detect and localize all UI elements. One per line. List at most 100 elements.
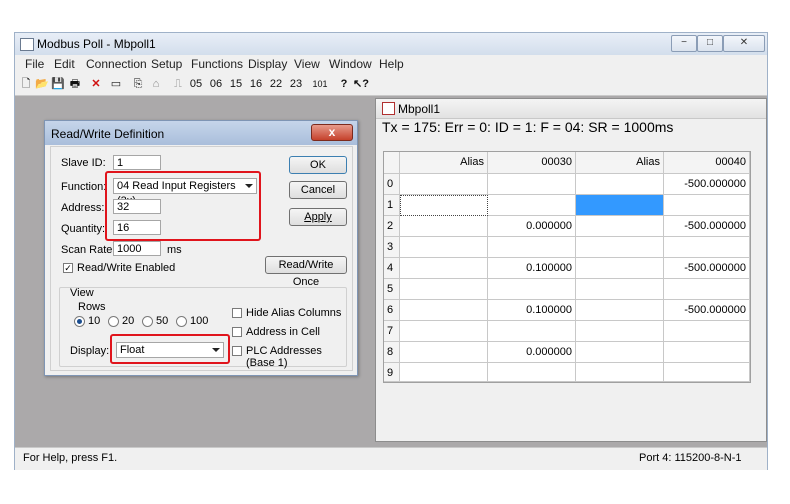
grid-cell-alias[interactable] (576, 258, 664, 279)
grid-cell-value[interactable] (488, 321, 576, 342)
grid-cell-alias[interactable] (400, 300, 488, 321)
pulse-icon[interactable]: ⎍ (171, 76, 185, 92)
address-in-cell-checkbox[interactable] (232, 327, 242, 337)
grid-cell-alias[interactable] (576, 342, 664, 363)
dialog-close-button[interactable]: x (311, 124, 353, 141)
grid-cell-value[interactable] (664, 279, 750, 300)
mbpoll-title-bar[interactable]: Mbpoll1 (376, 99, 766, 119)
help-icon[interactable]: ? (337, 76, 351, 92)
grid-cell-alias[interactable] (400, 258, 488, 279)
minimize-button[interactable]: − (671, 35, 697, 52)
grid-cell-alias[interactable] (576, 321, 664, 342)
grid-header-alias-1[interactable]: Alias (400, 152, 488, 174)
grid-header-00040[interactable]: 00040 (664, 152, 750, 174)
window-icon[interactable]: ▭ (109, 76, 123, 92)
grid-cell-alias[interactable] (400, 174, 488, 195)
slave-id-input[interactable]: 1 (113, 155, 161, 170)
grid-cell-value[interactable]: -500.000000 (664, 174, 750, 195)
function-15-button[interactable]: 15 (227, 76, 245, 92)
menu-file[interactable]: File (25, 57, 44, 71)
grid-cell-value[interactable] (488, 279, 576, 300)
print-icon[interactable]: 🖶 (67, 76, 83, 92)
menu-edit[interactable]: Edit (54, 57, 75, 71)
function-16-button[interactable]: 16 (247, 76, 265, 92)
grid-cell-selected[interactable] (576, 195, 664, 216)
grid-cell-value[interactable]: -500.000000 (664, 258, 750, 279)
grid-cell-value[interactable] (488, 363, 576, 382)
grid-cell-value[interactable]: -500.000000 (664, 216, 750, 237)
menu-connection[interactable]: Connection (86, 57, 147, 71)
grid-cell-alias[interactable] (400, 342, 488, 363)
grid-cell-alias[interactable] (400, 279, 488, 300)
grid-cell-value[interactable]: 0.000000 (488, 342, 576, 363)
dialog-title-bar[interactable]: Read/Write Definition x (45, 121, 357, 145)
grid-header-00030[interactable]: 00030 (488, 152, 576, 174)
menu-help[interactable]: Help (379, 57, 404, 71)
row-number: 7 (384, 321, 400, 342)
menu-setup[interactable]: Setup (151, 57, 182, 71)
grid-cell-value[interactable]: 0.100000 (488, 300, 576, 321)
rows-100-radio[interactable] (176, 316, 187, 327)
function-101-button[interactable]: 101 (309, 76, 331, 92)
grid-cell-value[interactable] (488, 195, 576, 216)
grid-cell-value[interactable]: -500.000000 (664, 300, 750, 321)
save-icon[interactable]: 💾 (51, 76, 65, 92)
read-write-once-button[interactable]: Read/Write Once (265, 256, 347, 288)
grid-cell-value[interactable] (488, 237, 576, 258)
cancel-button[interactable]: Cancel (289, 181, 347, 199)
grid-cell-alias[interactable] (576, 237, 664, 258)
grid-cell-alias[interactable] (576, 300, 664, 321)
row-number: 9 (384, 363, 400, 382)
read-write-enabled-checkbox[interactable]: ✓ (63, 263, 73, 273)
rows-50-radio[interactable] (142, 316, 153, 327)
grid-cell-value[interactable] (488, 174, 576, 195)
new-file-icon[interactable]: 🗋 (19, 76, 33, 92)
scan-rate-input[interactable]: 1000 (113, 241, 161, 256)
grid-cell-value[interactable] (664, 342, 750, 363)
grid-cell-value[interactable]: 0.000000 (488, 216, 576, 237)
grid-header-alias-2[interactable]: Alias (576, 152, 664, 174)
apply-button[interactable]: Apply (289, 208, 347, 226)
quantity-label: Quantity: (61, 223, 106, 235)
function-22-button[interactable]: 22 (267, 76, 285, 92)
grid-cell-value[interactable]: 0.100000 (488, 258, 576, 279)
grid-cell-value[interactable] (664, 237, 750, 258)
row-number: 5 (384, 279, 400, 300)
grid-cell-alias[interactable] (576, 216, 664, 237)
grid-cell-alias[interactable] (576, 363, 664, 382)
plc-addresses-checkbox[interactable] (232, 346, 242, 356)
delete-icon[interactable]: ✕ (89, 76, 103, 92)
view-group-label: View (70, 287, 94, 299)
mbpoll-window: Mbpoll1 Tx = 175: Err = 0: ID = 1: F = 0… (375, 98, 767, 442)
context-help-icon[interactable]: ↖? (353, 76, 369, 92)
open-folder-icon[interactable]: 📂 (35, 76, 49, 92)
grid-cell-alias[interactable] (400, 363, 488, 382)
rows-10-radio[interactable] (74, 316, 85, 327)
function-23-button[interactable]: 23 (287, 76, 305, 92)
grid-cell-value[interactable] (664, 363, 750, 382)
monitor-icon[interactable]: ⌂ (149, 76, 163, 92)
grid-cell-alias[interactable] (400, 216, 488, 237)
grid-cell-alias[interactable] (576, 279, 664, 300)
ok-button[interactable]: OK (289, 156, 347, 174)
rows-20-label: 20 (122, 315, 135, 327)
rows-20-radio[interactable] (108, 316, 119, 327)
communication-icon[interactable]: ⎘ (131, 76, 145, 92)
grid-cell-value[interactable] (664, 195, 750, 216)
close-button[interactable]: ✕ (723, 35, 765, 52)
menu-window[interactable]: Window (329, 57, 372, 71)
grid-cell-alias[interactable] (576, 174, 664, 195)
grid-cell-alias[interactable] (400, 195, 488, 216)
row-number: 2 (384, 216, 400, 237)
menu-display[interactable]: Display (248, 57, 287, 71)
hide-alias-columns-checkbox[interactable] (232, 308, 242, 318)
function-05-button[interactable]: 05 (187, 76, 205, 92)
menu-functions[interactable]: Functions (191, 57, 243, 71)
maximize-button[interactable]: □ (697, 35, 723, 52)
plc-addresses-label: PLC Addresses (Base 1) (246, 345, 322, 369)
function-06-button[interactable]: 06 (207, 76, 225, 92)
grid-cell-alias[interactable] (400, 321, 488, 342)
menu-view[interactable]: View (294, 57, 320, 71)
grid-cell-alias[interactable] (400, 237, 488, 258)
grid-cell-value[interactable] (664, 321, 750, 342)
